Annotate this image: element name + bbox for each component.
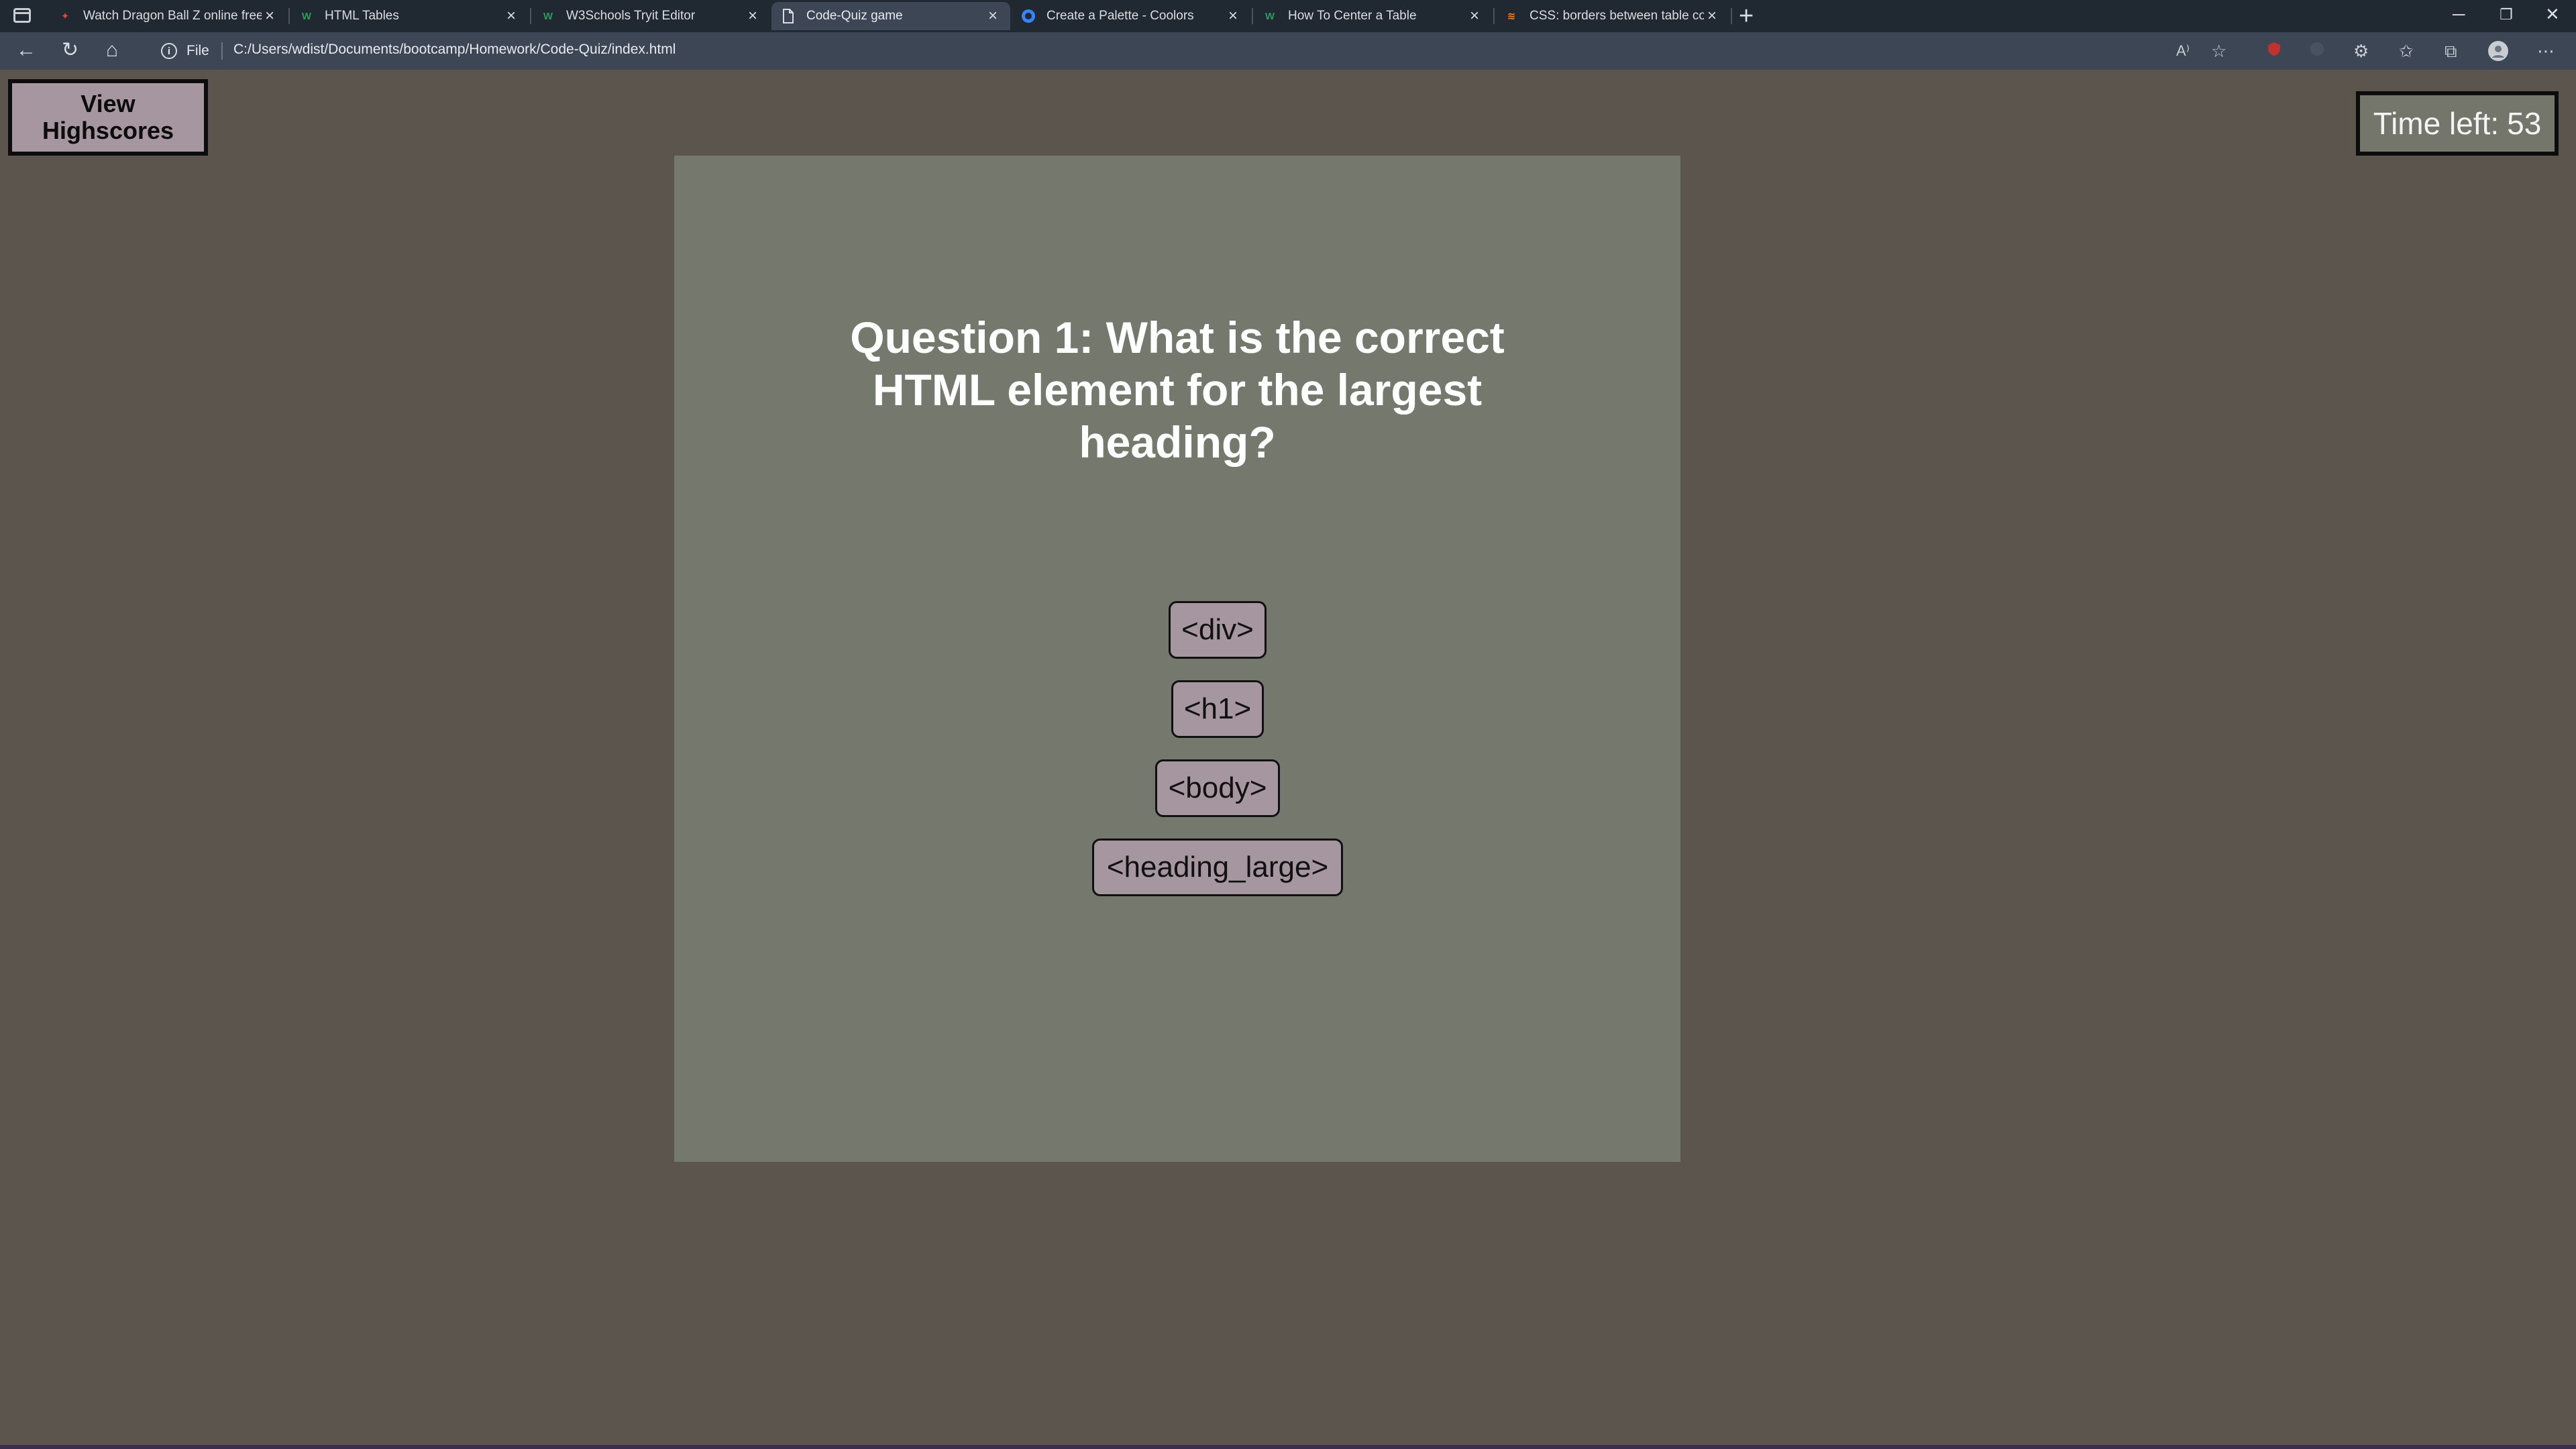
view-highscores-label: View Highscores: [42, 90, 174, 144]
close-icon[interactable]: ×: [1225, 7, 1241, 25]
tab-title: Watch Dragon Ball Z online free: [83, 9, 262, 23]
close-icon[interactable]: ×: [745, 7, 761, 25]
view-highscores-button[interactable]: View Highscores: [8, 79, 208, 156]
answer-label: <heading_large>: [1106, 851, 1329, 883]
quiz-card: Question 1: What is the correct HTML ele…: [674, 156, 1680, 1162]
close-icon[interactable]: ×: [262, 7, 278, 25]
home-icon[interactable]: ⌂: [106, 39, 118, 62]
tab-coolors[interactable]: Create a Palette - Coolors ×: [1012, 2, 1250, 30]
answer-label: <h1>: [1183, 692, 1252, 725]
info-icon: i: [161, 43, 177, 59]
tab-title: CSS: borders between table colu: [1529, 9, 1704, 23]
question-text: Question 1: What is the correct HTML ele…: [850, 313, 1505, 467]
timer-label: Time left:: [2373, 106, 2500, 141]
close-icon[interactable]: ×: [503, 7, 519, 25]
answer-button-3[interactable]: <body>: [1155, 759, 1280, 817]
tab-tryit-editor[interactable]: W W3Schools Tryit Editor ×: [531, 2, 770, 30]
answer-button-2[interactable]: <h1>: [1171, 680, 1264, 738]
close-icon[interactable]: ×: [1466, 7, 1483, 25]
timer-value: 53: [2507, 106, 2542, 141]
restore-icon[interactable]: ❐: [2500, 6, 2513, 23]
browser-toolbar: ← ↻ ⌂ i File C:/Users/wdist/Documents/bo…: [0, 32, 2576, 70]
tab-title: Code-Quiz game: [806, 9, 903, 23]
taskbar-edge: [0, 1445, 2576, 1449]
stackoverflow-icon: ≋: [1507, 11, 1516, 22]
answer-label: <div>: [1181, 613, 1254, 646]
profile-avatar[interactable]: [2487, 40, 2509, 66]
answer-button-4[interactable]: <heading_large>: [1092, 839, 1343, 896]
timer-display: Time left: 53: [2356, 91, 2559, 156]
tab-center-table[interactable]: W How To Center a Table ×: [1253, 2, 1492, 30]
tab-title: How To Center a Table: [1288, 9, 1417, 23]
extension-shield-icon[interactable]: [2309, 40, 2325, 62]
tab-title: HTML Tables: [325, 9, 399, 23]
site-info-chip[interactable]: i File: [161, 40, 235, 62]
more-options-icon[interactable]: ⋯: [2537, 40, 2555, 62]
collections-icon[interactable]: ⧉: [2445, 40, 2457, 62]
tab-dragon-ball[interactable]: ✦ Watch Dragon Ball Z online free ×: [48, 2, 287, 30]
close-window-icon[interactable]: ✕: [2545, 4, 2560, 25]
red-logo-icon: ✦: [60, 11, 70, 22]
tab-html-tables[interactable]: W HTML Tables ×: [290, 2, 529, 30]
tab-title: W3Schools Tryit Editor: [566, 9, 696, 23]
tab-actions-icon[interactable]: [13, 8, 31, 23]
w3schools-icon: W: [301, 10, 312, 22]
coolors-icon: [1021, 9, 1036, 23]
browser-tab-strip: ✦ Watch Dragon Ball Z online free × W HT…: [0, 0, 2576, 32]
answer-label: <body>: [1168, 771, 1267, 804]
tab-code-quiz[interactable]: Code-Quiz game ×: [771, 2, 1010, 30]
close-icon[interactable]: ×: [1704, 7, 1720, 25]
close-icon[interactable]: ×: [985, 7, 1001, 25]
answer-button-1[interactable]: <div>: [1169, 601, 1267, 659]
scheme-label: File: [186, 43, 209, 58]
page-icon: [781, 9, 796, 23]
w3schools-icon: W: [1265, 10, 1275, 22]
address-bar-url[interactable]: C:/Users/wdist/Documents/bootcamp/Homewo…: [233, 42, 676, 58]
extensions-icon[interactable]: ⚙: [2353, 40, 2369, 62]
minimize-icon[interactable]: ─: [2453, 4, 2465, 25]
w3schools-icon: W: [543, 10, 553, 22]
tab-css-borders[interactable]: ≋ CSS: borders between table colu ×: [1495, 2, 1729, 30]
read-aloud-icon[interactable]: A⁾: [2176, 40, 2190, 62]
new-tab-button[interactable]: +: [1739, 3, 1754, 30]
favorite-add-icon[interactable]: ☆: [2211, 40, 2226, 62]
tab-title: Create a Palette - Coolors: [1046, 9, 1194, 23]
back-icon[interactable]: ←: [16, 39, 36, 62]
ublock-icon[interactable]: [2266, 40, 2282, 62]
favorites-icon[interactable]: ✩: [2399, 40, 2414, 62]
refresh-icon[interactable]: ↻: [62, 39, 78, 62]
